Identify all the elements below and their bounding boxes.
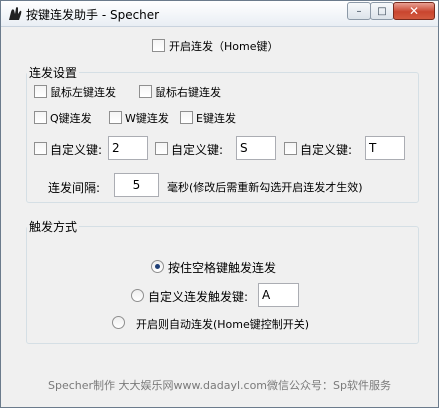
footer-credits: Specher制作 大大娱乐网www.dadayl.com微信公众号：Sp软件服… xyxy=(48,379,391,392)
q-key-label[interactable]: Q键连发 xyxy=(50,110,92,126)
radio-custom-trigger[interactable] xyxy=(131,289,144,302)
radio-space-trigger[interactable] xyxy=(151,260,164,273)
mouse-left-label[interactable]: 鼠标左键连发 xyxy=(50,84,116,100)
radio-auto-trigger-label[interactable]: 开启则自动连发(Home键控制开关) xyxy=(136,316,309,332)
app-window: 按键连发助手 - Specher – □ ✕ 开启连发（Home键） 连发设置 … xyxy=(0,0,439,408)
close-button[interactable]: ✕ xyxy=(393,2,435,20)
radio-auto-trigger[interactable] xyxy=(112,316,125,329)
radio-space-trigger-label[interactable]: 按住空格键触发连发 xyxy=(168,259,276,276)
interval-unit-label: 毫秒(修改后需重新勾选开启连发才生效) xyxy=(167,181,363,194)
interval-label: 连发间隔: xyxy=(48,181,101,195)
w-key-label[interactable]: W键连发 xyxy=(125,110,169,126)
repeat-settings-title: 连发设置 xyxy=(27,64,80,81)
radio-custom-trigger-label[interactable]: 自定义连发触发键: xyxy=(148,288,248,305)
custom-key-2-input[interactable]: S xyxy=(236,136,276,160)
custom-key-1-input[interactable]: 2 xyxy=(108,136,148,160)
enable-repeat-label[interactable]: 开启连发（Home键） xyxy=(169,38,278,54)
mouse-left-checkbox[interactable] xyxy=(34,85,47,98)
custom-key-3-checkbox[interactable] xyxy=(284,142,297,155)
maximize-icon: □ xyxy=(377,5,387,17)
window-title: 按键连发助手 - Specher xyxy=(26,8,160,22)
custom-key-1-checkbox[interactable] xyxy=(34,142,47,155)
minimize-button[interactable]: – xyxy=(347,2,371,20)
e-key-label[interactable]: E键连发 xyxy=(196,110,236,126)
app-icon xyxy=(9,7,22,20)
q-key-checkbox[interactable] xyxy=(34,111,47,124)
custom-key-3-input[interactable]: T xyxy=(365,136,405,160)
custom-key-1-label[interactable]: 自定义键: xyxy=(50,141,102,158)
custom-key-3-label[interactable]: 自定义键: xyxy=(300,141,352,158)
minimize-icon: – xyxy=(356,5,362,17)
close-icon: ✕ xyxy=(408,4,420,18)
maximize-button[interactable]: □ xyxy=(370,2,394,20)
enable-repeat-checkbox[interactable] xyxy=(152,39,165,52)
trigger-mode-title: 触发方式 xyxy=(27,218,80,235)
e-key-checkbox[interactable] xyxy=(180,111,193,124)
title-bar[interactable]: 按键连发助手 - Specher – □ ✕ xyxy=(1,1,438,27)
mouse-right-checkbox[interactable] xyxy=(139,85,152,98)
custom-key-2-checkbox[interactable] xyxy=(155,142,168,155)
custom-key-2-label[interactable]: 自定义键: xyxy=(171,141,223,158)
mouse-right-label[interactable]: 鼠标右键连发 xyxy=(155,84,221,100)
custom-trigger-input[interactable]: A xyxy=(258,283,299,307)
interval-input[interactable]: 5 xyxy=(114,173,159,197)
w-key-checkbox[interactable] xyxy=(109,111,122,124)
